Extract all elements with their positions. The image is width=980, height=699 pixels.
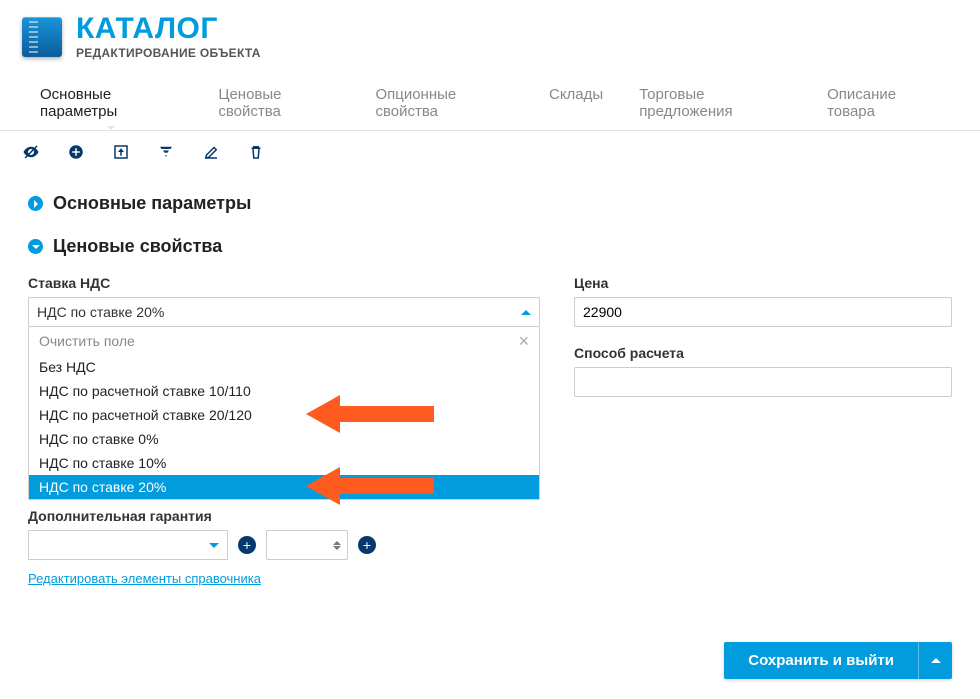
warranty-amount-stepper[interactable] (266, 530, 348, 560)
vat-option[interactable]: Без НДС (29, 355, 539, 379)
page-title: КАТАЛОГ (76, 14, 261, 44)
vat-option[interactable]: НДС по ставке 20% (29, 475, 539, 499)
price-input[interactable] (574, 297, 952, 327)
archive-icon[interactable] (112, 143, 130, 161)
edit-reference-link[interactable]: Редактировать элементы справочника (28, 570, 540, 588)
vat-option[interactable]: НДС по расчетной ставке 20/120 (29, 403, 539, 427)
method-input[interactable] (574, 367, 952, 397)
vat-label: Ставка НДС (28, 275, 540, 291)
chevron-right-icon (28, 196, 43, 211)
toolbar (0, 131, 980, 169)
section-price-toggle[interactable]: Ценовые свойства (28, 236, 952, 257)
tab-trade-offers[interactable]: Торговые предложения (639, 78, 791, 130)
save-dropdown-toggle[interactable] (918, 642, 952, 679)
tab-description[interactable]: Описание товара (827, 78, 940, 130)
close-icon[interactable]: × (518, 332, 529, 350)
vat-option[interactable]: НДС по ставке 10% (29, 451, 539, 475)
page-header: КАТАЛОГ РЕДАКТИРОВАНИЕ ОБЪЕКТА (0, 0, 980, 74)
tabs-bar: Основные параметры Ценовые свойства Опци… (0, 74, 980, 131)
method-label: Способ расчета (574, 345, 952, 361)
add-warranty-button[interactable]: + (238, 536, 256, 554)
vat-select[interactable]: НДС по ставке 20% (28, 297, 540, 327)
vat-option[interactable]: НДС по расчетной ставке 10/110 (29, 379, 539, 403)
vat-option[interactable]: НДС по ставке 0% (29, 427, 539, 451)
vat-clear-text[interactable]: Очистить поле (39, 333, 135, 349)
vat-dropdown: Очистить поле × Без НДС НДС по расчетной… (28, 327, 540, 500)
save-button[interactable]: Сохранить и выйти (724, 642, 918, 679)
vat-selected-value: НДС по ставке 20% (37, 298, 164, 326)
edit-icon[interactable] (202, 143, 220, 161)
section-basic-toggle[interactable]: Основные параметры (28, 193, 952, 214)
warranty-select[interactable] (28, 530, 228, 560)
step-down-icon[interactable] (333, 546, 341, 554)
extra-warranty-label: Дополнительная гарантия (28, 508, 540, 524)
catalog-logo (22, 17, 62, 57)
chevron-down-icon (28, 239, 43, 254)
caret-down-icon (209, 543, 219, 553)
section-price-title: Ценовые свойства (53, 236, 222, 257)
step-up-icon[interactable] (333, 537, 341, 545)
tab-basic[interactable]: Основные параметры (40, 78, 182, 130)
filter-icon[interactable] (157, 143, 175, 161)
tab-option-props[interactable]: Опционные свойства (375, 78, 513, 130)
page-subtitle: РЕДАКТИРОВАНИЕ ОБЪЕКТА (76, 46, 261, 60)
add-amount-button[interactable]: + (358, 536, 376, 554)
trash-icon[interactable] (247, 143, 265, 161)
save-button-group: Сохранить и выйти (724, 642, 952, 679)
section-basic-title: Основные параметры (53, 193, 251, 214)
tab-price-props[interactable]: Ценовые свойства (218, 78, 339, 130)
plus-circle-icon[interactable] (67, 143, 85, 161)
caret-up-icon (521, 305, 531, 315)
tab-warehouses[interactable]: Склады (549, 78, 603, 130)
price-label: Цена (574, 275, 952, 291)
visibility-off-icon[interactable] (22, 143, 40, 161)
